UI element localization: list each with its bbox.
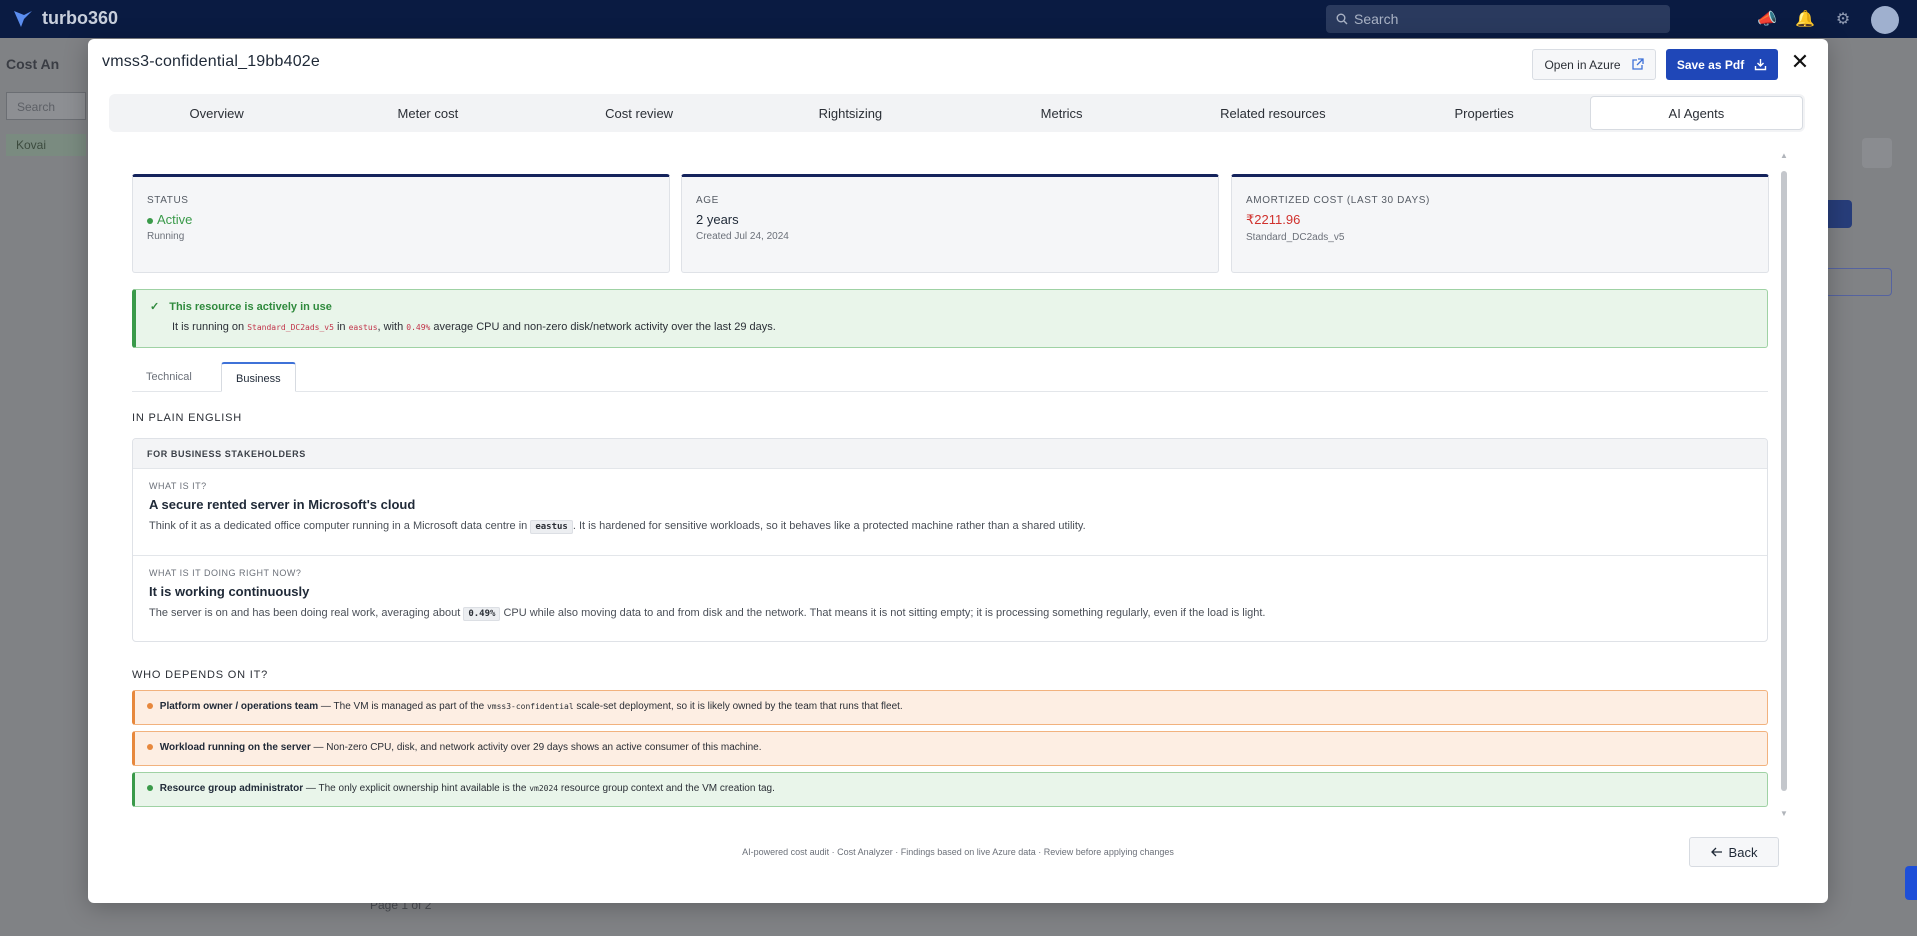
background-tree-item: Kovai	[6, 134, 86, 156]
status-dot-icon	[147, 217, 153, 224]
alert-text: It is running on Standard_DC2ads_v5 in e…	[172, 321, 776, 333]
background-sidebar-search: Search	[6, 92, 86, 120]
plain-english-heading: IN PLAIN ENGLISH	[132, 412, 242, 424]
close-icon[interactable]: ✕	[1788, 51, 1812, 75]
top-navigation-bar: turbo360 Search 📣 🔔 ⚙	[0, 0, 1917, 38]
resource-detail-modal: vmss3-confidential_19bb402e Open in Azur…	[88, 39, 1828, 903]
background-page-title: Cost An	[6, 56, 60, 72]
brand-name: turbo360	[42, 8, 119, 28]
open-in-azure-button[interactable]: Open in Azure	[1532, 49, 1656, 80]
tab-rightsizing[interactable]: Rightsizing	[745, 96, 956, 130]
scrollbar-thumb[interactable]	[1781, 171, 1787, 791]
in-use-alert: ✓ This resource is actively in use It is…	[132, 289, 1768, 348]
scroll-up-arrow-icon[interactable]: ▲	[1780, 151, 1788, 160]
tab-overview[interactable]: Overview	[111, 96, 322, 130]
dependent-item-workload: Workload running on the server — Non-zer…	[132, 731, 1768, 766]
alert-title: ✓ This resource is actively in use	[150, 300, 332, 314]
save-as-pdf-label: Save as Pdf	[1676, 57, 1745, 72]
external-link-icon	[1631, 58, 1644, 70]
content-scrollbar[interactable]: ▲ ▼	[1780, 151, 1788, 821]
status-card: STATUS Active Running	[132, 174, 670, 273]
modal-title: vmss3-confidential_19bb402e	[102, 53, 320, 70]
status-card-label: STATUS	[147, 195, 189, 206]
business-stakeholders-box: FOR BUSINESS STAKEHOLDERS WHAT IS IT? A …	[132, 438, 1768, 642]
status-card-sub: Running	[147, 231, 185, 242]
orange-dot-icon	[147, 703, 153, 710]
biz-item-what-is-it: WHAT IS IT? A secure rented server in Mi…	[133, 469, 1767, 555]
orange-dot-icon	[147, 744, 153, 751]
arrow-left-icon	[1710, 847, 1722, 857]
age-card-value: 2 years	[696, 212, 739, 227]
user-avatar[interactable]	[1871, 6, 1899, 34]
brand[interactable]: turbo360	[12, 8, 118, 29]
tab-related-resources[interactable]: Related resources	[1167, 96, 1378, 130]
open-in-azure-label: Open in Azure	[1544, 57, 1621, 72]
announcement-icon[interactable]: 📣	[1757, 10, 1777, 30]
global-search-input[interactable]: Search	[1326, 5, 1670, 33]
turbo360-logo-icon	[14, 10, 32, 27]
tab-meter-cost[interactable]: Meter cost	[322, 96, 533, 130]
back-button[interactable]: Back	[1689, 837, 1779, 867]
tab-cost-review[interactable]: Cost review	[534, 96, 745, 130]
global-search-placeholder: Search	[1354, 11, 1399, 27]
age-card-sub: Created Jul 24, 2024	[696, 231, 789, 242]
gear-icon[interactable]: ⚙	[1833, 10, 1853, 30]
explanation-subtabs: Technical Business	[132, 362, 1768, 392]
business-box-header: FOR BUSINESS STAKEHOLDERS	[133, 439, 1767, 469]
check-icon: ✓	[150, 301, 160, 313]
save-as-pdf-button[interactable]: Save as Pdf	[1666, 49, 1778, 80]
green-dot-icon	[147, 785, 153, 792]
scroll-down-arrow-icon[interactable]: ▼	[1780, 809, 1788, 818]
dependent-item-platform-owner: Platform owner / operations team — The V…	[132, 690, 1768, 725]
tab-metrics[interactable]: Metrics	[956, 96, 1167, 130]
who-depends-heading: WHO DEPENDS ON IT?	[132, 669, 269, 681]
resource-tabs: Overview Meter cost Cost review Rightsiz…	[109, 94, 1805, 132]
subtab-technical[interactable]: Technical	[132, 362, 206, 392]
cost-card-label: AMORTIZED COST (LAST 30 DAYS)	[1246, 195, 1430, 206]
background-button	[1862, 138, 1892, 168]
status-card-value: Active	[147, 212, 655, 227]
dependent-item-rg-admin: Resource group administrator — The only …	[132, 772, 1768, 807]
chat-launcher-button	[1905, 866, 1917, 900]
age-card-label: AGE	[696, 195, 719, 206]
amortized-cost-card: AMORTIZED COST (LAST 30 DAYS) ₹2211.96 S…	[1231, 174, 1769, 273]
tab-properties[interactable]: Properties	[1379, 96, 1590, 130]
cost-card-value: ₹2211.96	[1246, 212, 1301, 227]
biz-text: The server is on and has been doing real…	[149, 607, 1266, 621]
biz-question: WHAT IS IT?	[149, 481, 207, 491]
subtab-business[interactable]: Business	[221, 362, 296, 392]
biz-text: Think of it as a dedicated office comput…	[149, 520, 1086, 534]
biz-question: WHAT IS IT DOING RIGHT NOW?	[149, 568, 302, 578]
bell-icon[interactable]: 🔔	[1795, 10, 1815, 30]
biz-title: It is working continuously	[149, 584, 310, 599]
biz-title: A secure rented server in Microsoft's cl…	[149, 497, 416, 512]
tab-ai-agents[interactable]: AI Agents	[1589, 96, 1803, 130]
download-icon	[1754, 59, 1767, 71]
biz-item-doing-now: WHAT IS IT DOING RIGHT NOW? It is workin…	[133, 555, 1767, 641]
search-icon	[1336, 12, 1348, 28]
cost-card-sub: Standard_DC2ads_v5	[1246, 232, 1345, 243]
age-card: AGE 2 years Created Jul 24, 2024	[681, 174, 1219, 273]
footer-note: AI-powered cost audit · Cost Analyzer · …	[742, 847, 1174, 857]
back-label: Back	[1728, 844, 1758, 860]
